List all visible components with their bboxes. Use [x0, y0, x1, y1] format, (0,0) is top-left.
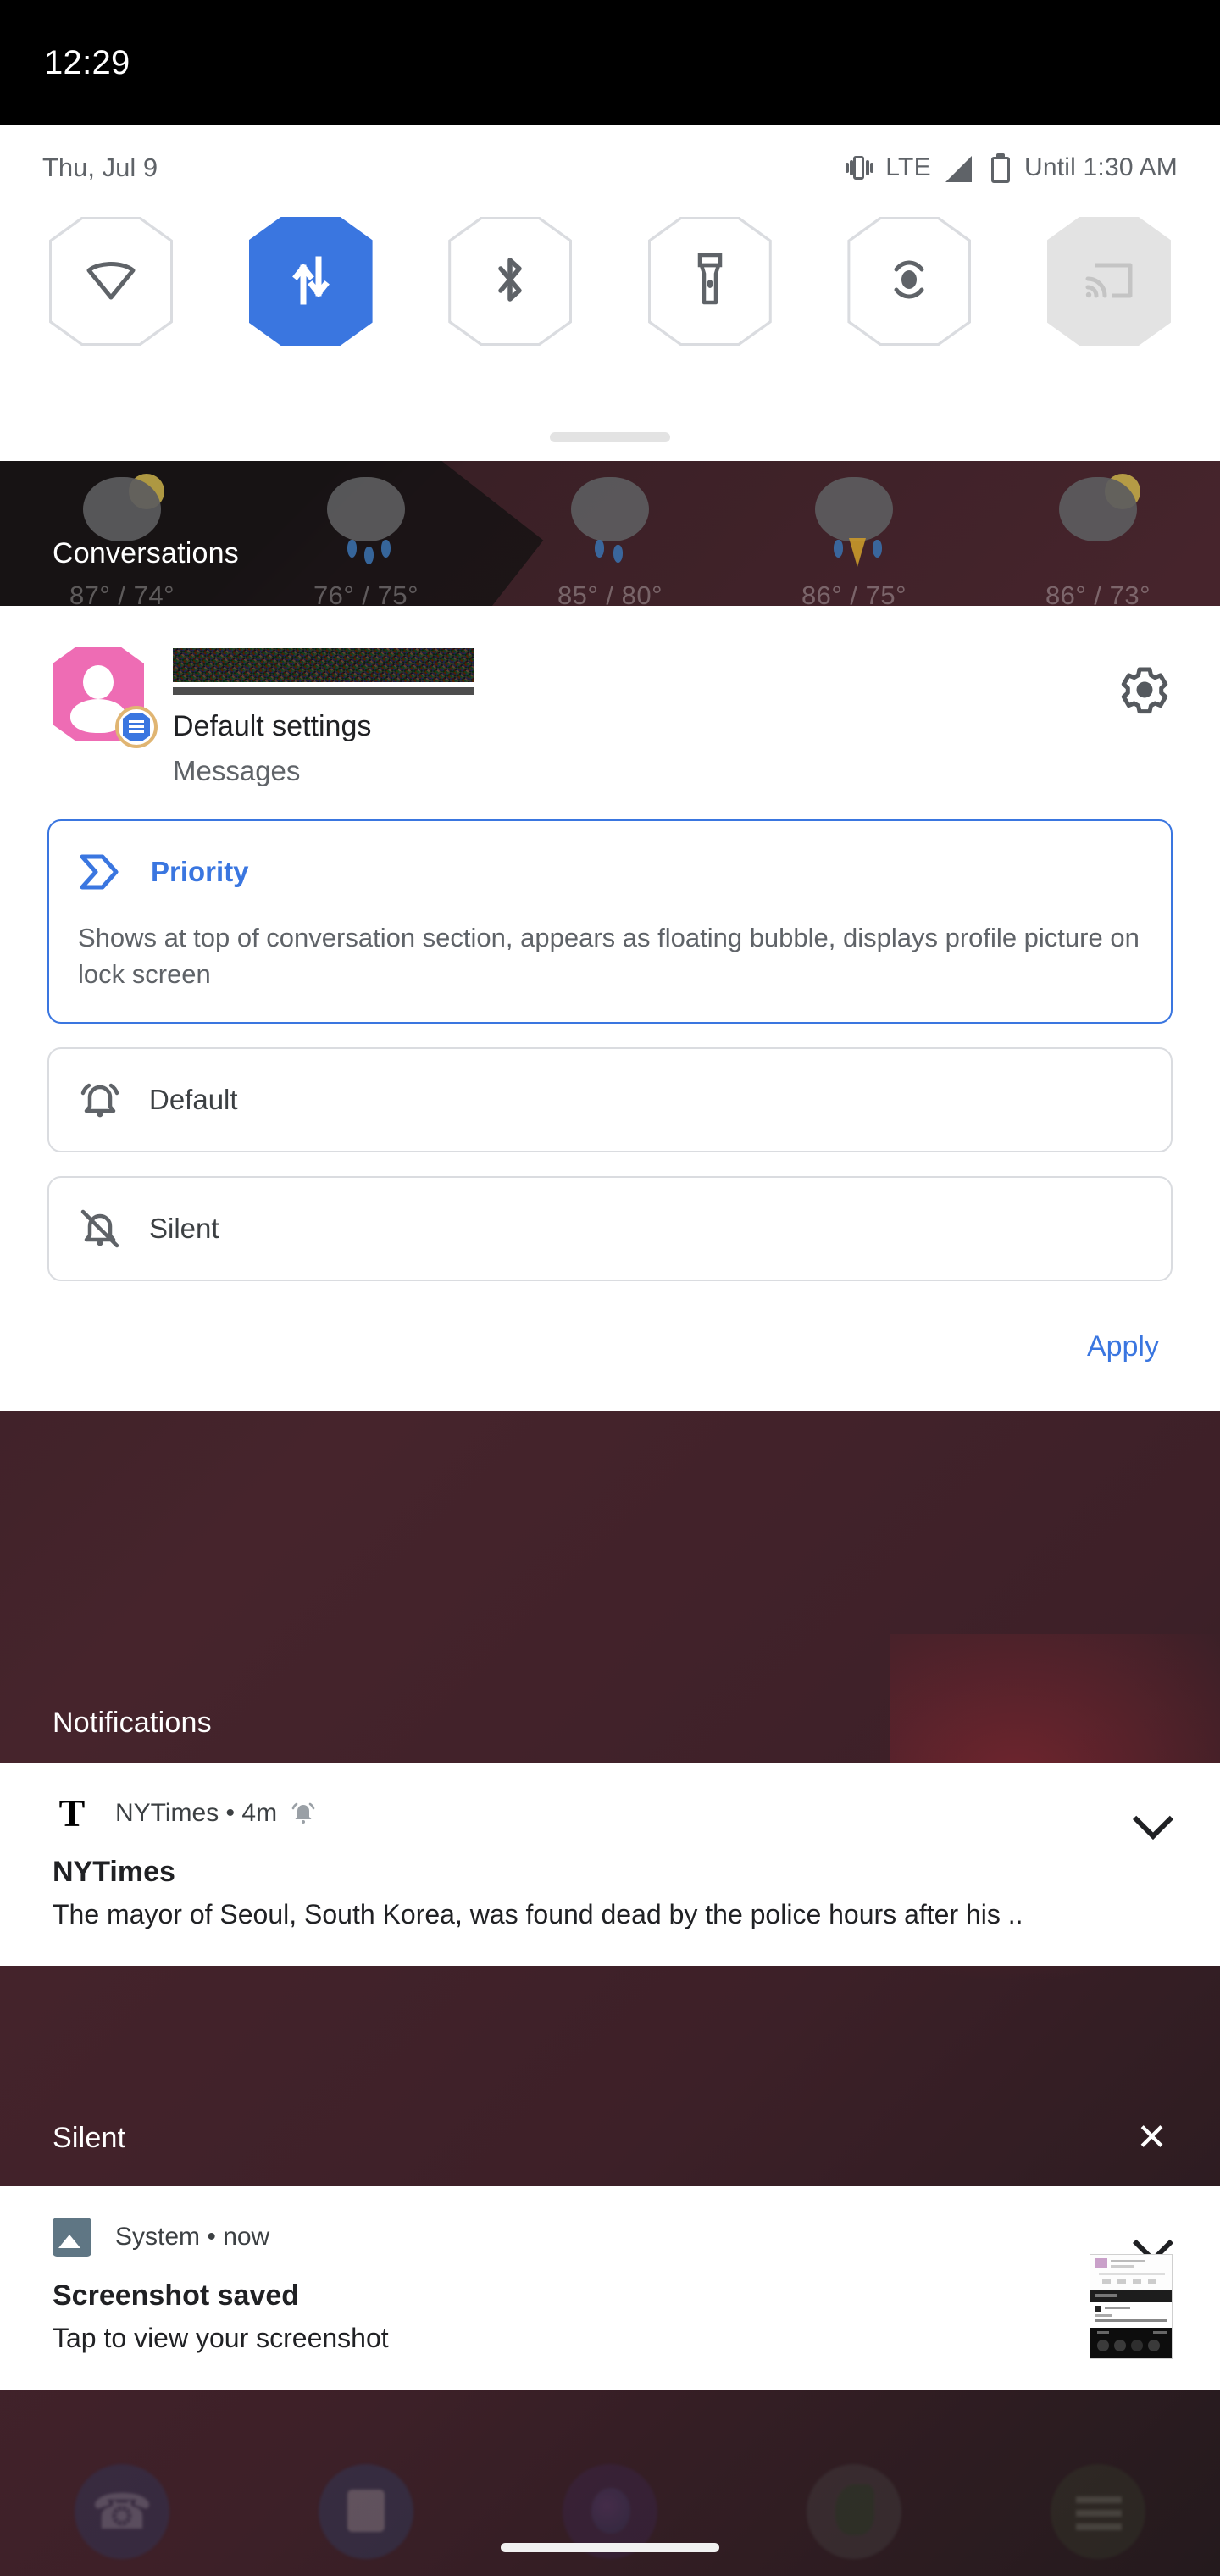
notification-meta: System • now — [115, 2223, 270, 2251]
qs-tile-cast[interactable] — [1046, 217, 1171, 346]
cast-icon — [1083, 258, 1135, 305]
qs-date: Thu, Jul 9 — [42, 153, 158, 182]
data-icon — [291, 254, 330, 309]
section-header-silent: Silent ✕ — [0, 2101, 1220, 2174]
bell-icon — [291, 1800, 316, 1827]
gesture-nav-pill[interactable] — [501, 2543, 719, 2552]
chevron-down-icon[interactable] — [1132, 2217, 1173, 2257]
messages-badge-icon — [115, 706, 158, 748]
apply-button[interactable]: Apply — [1080, 1320, 1166, 1374]
dnd-until-label: Until 1:30 AM — [1023, 153, 1178, 181]
image-icon — [53, 2218, 92, 2257]
notification-options: Priority Shows at top of conversation se… — [0, 787, 1220, 1281]
screenshot-thumbnail[interactable] — [1090, 2254, 1173, 2359]
notification-header: T NYTimes • 4m — [0, 1763, 1220, 1834]
vibrate-icon — [846, 153, 873, 182]
person-avatar — [53, 647, 158, 748]
section-title: Silent — [53, 2121, 126, 2154]
quick-settings-header: Thu, Jul 9 LTE Until 1:30 AM — [0, 125, 1220, 210]
qs-tile-bluetooth[interactable] — [448, 217, 573, 346]
chevron-down-icon[interactable] — [1132, 1793, 1173, 1834]
wifi-icon — [84, 258, 138, 305]
qs-tile-flashlight[interactable] — [647, 217, 772, 346]
option-priority[interactable]: Priority Shows at top of conversation se… — [47, 819, 1173, 1024]
notification-title: Screenshot saved — [53, 2279, 300, 2312]
apply-row: Apply — [0, 1305, 1220, 1411]
rotate-icon — [884, 255, 934, 308]
flashlight-icon — [696, 253, 724, 310]
notification-header: System • now — [0, 2186, 1220, 2257]
option-description: Shows at top of conversation section, ap… — [78, 923, 1140, 990]
network-type-label: LTE — [885, 153, 931, 181]
qs-tile-mobile-data[interactable] — [248, 217, 373, 346]
section-header-conversations: Conversations — [0, 517, 1220, 590]
notification-text: The mayor of Seoul, South Korea, was fou… — [53, 1899, 1023, 1929]
qs-system-icons: LTE Until 1:30 AM — [846, 153, 1178, 183]
conversation-settings-card: Default settings Messages Priority Shows… — [0, 606, 1220, 1411]
notification-meta: NYTimes • 4m — [115, 1799, 278, 1827]
status-bar-clock: 12:29 — [44, 43, 130, 81]
option-default[interactable]: Default — [47, 1046, 1173, 1152]
settings-app-name: Messages — [173, 755, 301, 786]
status-bar: 12:29 — [0, 0, 1220, 125]
notification-nytimes[interactable]: T NYTimes • 4m NYTimes The mayor of Seou… — [0, 1763, 1220, 1966]
app-icon-messages[interactable] — [244, 2464, 488, 2559]
qs-tile-auto-rotate[interactable] — [847, 217, 972, 346]
priority-chevron-icon — [78, 850, 122, 894]
conversation-header: Default settings Messages — [0, 606, 1220, 787]
option-silent[interactable]: Silent — [47, 1175, 1173, 1281]
notification-text: Tap to view your screenshot — [53, 2323, 389, 2353]
close-icon[interactable]: ✕ — [1136, 2119, 1167, 2157]
app-icon-news[interactable] — [976, 2464, 1220, 2559]
notification-body: Screenshot saved Tap to view your screen… — [0, 2254, 1220, 2390]
android-notification-shade: 87° / 74° 76° / 75° 85° / 80° 86° / 75° … — [0, 0, 1220, 2576]
section-title: Notifications — [53, 1706, 212, 1739]
option-label: Priority — [151, 856, 249, 887]
qs-tile-wifi[interactable] — [49, 217, 173, 346]
notification-body: NYTimes The mayor of Seoul, South Korea,… — [0, 1834, 1220, 1966]
app-icon-phone[interactable] — [0, 2464, 244, 2559]
option-label: Silent — [149, 1212, 219, 1244]
bluetooth-icon — [491, 255, 530, 308]
quick-settings-panel: Thu, Jul 9 LTE Until 1:30 AM — [0, 125, 1220, 461]
notification-screenshot[interactable]: System • now Screenshot saved Tap to vie… — [0, 2186, 1220, 2390]
signal-icon — [945, 155, 972, 182]
contact-name-redacted-shadow — [173, 687, 474, 695]
app-icon-evernote[interactable] — [732, 2464, 976, 2559]
gear-icon[interactable] — [1117, 662, 1173, 718]
section-header-notifications: Notifications — [0, 1686, 1220, 1759]
battery-icon — [990, 153, 1010, 183]
notification-title: NYTimes — [53, 1856, 175, 1888]
bell-ring-icon — [78, 1078, 122, 1122]
quick-settings-tiles — [0, 217, 1220, 346]
contact-name-redacted — [173, 648, 474, 682]
section-title: Conversations — [53, 536, 239, 569]
conversation-texts: Default settings Messages — [173, 647, 474, 787]
settings-title: Default settings — [173, 710, 372, 742]
nytimes-logo: T — [58, 1791, 86, 1835]
quick-settings-drag-handle[interactable] — [550, 432, 670, 442]
option-label: Default — [149, 1083, 238, 1115]
bell-off-icon — [78, 1207, 122, 1251]
